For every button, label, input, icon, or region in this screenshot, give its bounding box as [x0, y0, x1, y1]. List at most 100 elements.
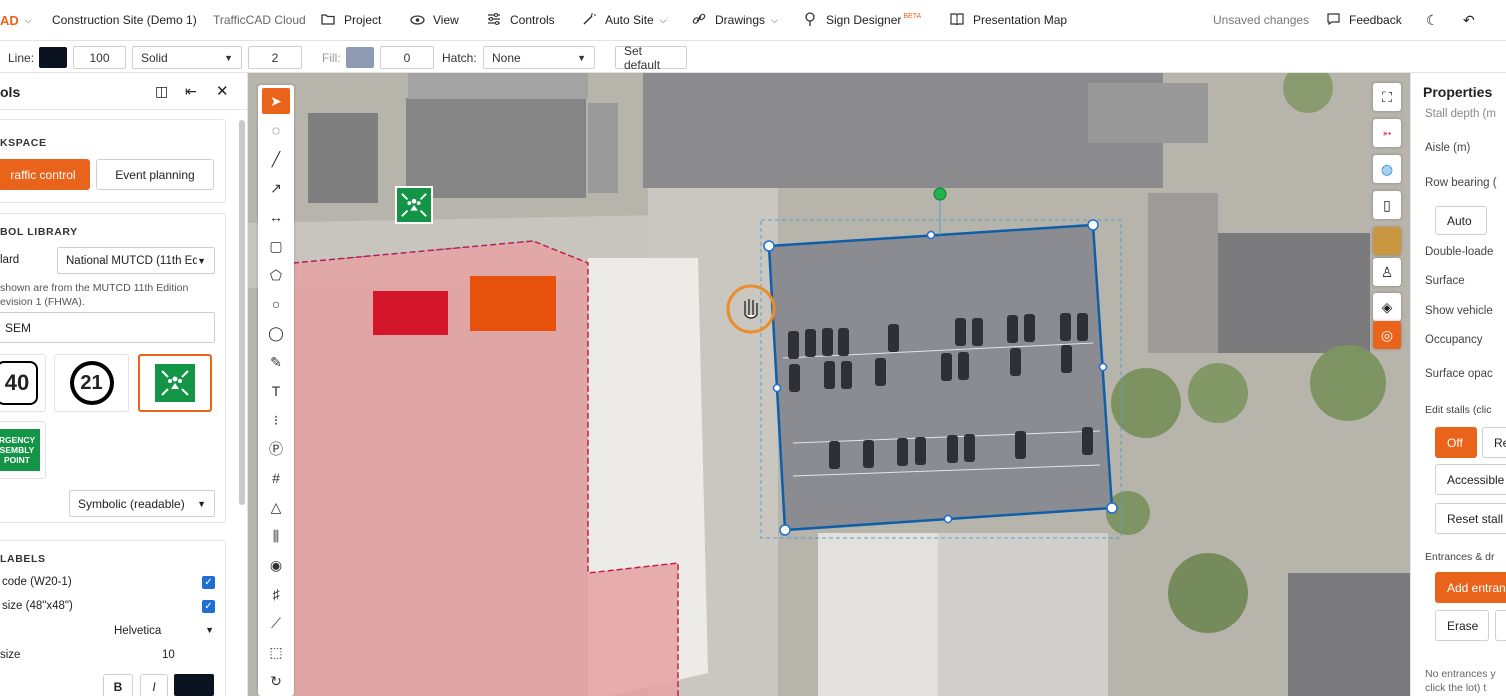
fill-color-swatch[interactable]: [346, 46, 374, 69]
symbol-tile-21[interactable]: 21: [54, 354, 129, 412]
line-color-swatch[interactable]: [39, 46, 67, 69]
menu-project[interactable]: Project: [320, 0, 381, 41]
dimension-tool-icon[interactable]: ↔: [262, 204, 290, 230]
chevron-down-icon: ⌵: [659, 14, 667, 25]
rotate-tool-icon[interactable]: ↻: [262, 668, 290, 694]
undo-button[interactable]: ↶: [1463, 0, 1475, 41]
area-select-tool-icon[interactable]: ⬚: [262, 639, 290, 665]
rectangle-tool-icon[interactable]: ▢: [262, 233, 290, 259]
feedback-button[interactable]: Feedback: [1325, 0, 1402, 41]
line-value2-input[interactable]: 2: [248, 46, 302, 69]
hatch-select[interactable]: None ▼: [483, 46, 595, 69]
reset-stalls-label: Reset stall: [1447, 511, 1504, 526]
street-view-icon[interactable]: ♙: [1373, 258, 1401, 286]
split-view-icon[interactable]: ◫: [155, 83, 168, 100]
grid-tool-icon[interactable]: #: [262, 465, 290, 491]
text-color-swatch[interactable]: [174, 674, 214, 696]
menu-sign-designer[interactable]: Sign Designer BETA: [802, 0, 921, 41]
satellite-layer-icon[interactable]: [1373, 227, 1401, 255]
road-tool-icon[interactable]: ⫼: [262, 523, 290, 549]
emergency-assembly-sign: RGENCY SEMBLY POINT: [0, 429, 40, 471]
label-size-checkbox[interactable]: ✓: [202, 600, 215, 613]
bold-button[interactable]: B: [103, 674, 133, 696]
occupancy-label: Occupancy: [1425, 334, 1483, 346]
edit-stalls-off-button[interactable]: Off: [1435, 427, 1477, 458]
secondary-entrance-button[interactable]: [1495, 610, 1506, 641]
italic-button[interactable]: I: [140, 674, 168, 696]
compass-icon[interactable]: ➳: [1373, 119, 1401, 147]
line-style-select[interactable]: Solid ▼: [132, 46, 242, 69]
map-canvas[interactable]: ⛶ ➳ ◍ ▯ ♙ ◈ ◎: [248, 73, 1410, 696]
auto-bearing-button[interactable]: Auto: [1435, 206, 1487, 235]
text-tool-icon[interactable]: T: [262, 378, 290, 404]
globe-icon[interactable]: ◍: [1373, 155, 1401, 183]
menu-view[interactable]: View: [409, 0, 459, 41]
measure-tool-icon[interactable]: ⟋: [262, 610, 290, 636]
italic-label: I: [152, 680, 156, 694]
menu-auto-site[interactable]: Auto Site ⌵: [581, 0, 667, 41]
standard-select[interactable]: National MUTCD (11th Edi ▼: [57, 247, 215, 274]
pencil-tool-icon[interactable]: ✎: [262, 349, 290, 375]
symbol-search-input[interactable]: SEM: [0, 312, 215, 343]
edit-stalls-remove-button[interactable]: Re: [1482, 427, 1506, 458]
location-icon[interactable]: ◎: [1373, 321, 1401, 349]
bracket-tool-icon[interactable]: ⁝: [262, 407, 290, 433]
path-tool-icon[interactable]: △: [262, 494, 290, 520]
render-mode-select[interactable]: Symbolic (readable) ▼: [69, 490, 215, 517]
fullscreen-icon[interactable]: ⛶: [1373, 83, 1401, 111]
route-shield-icon: 40: [0, 361, 38, 405]
font-size-value[interactable]: 10: [162, 649, 175, 661]
sign-icon: [802, 11, 818, 29]
symbol-tile-assembly-point[interactable]: [138, 354, 212, 412]
font-select[interactable]: Helvetica ▼: [114, 625, 214, 637]
fill-value-input[interactable]: 0: [380, 46, 434, 69]
label-code-checkbox[interactable]: ✓: [202, 576, 215, 589]
panel-title: ols: [0, 84, 21, 100]
no-entrances-note-line2: click the lot) t: [1425, 682, 1487, 694]
polygon-tool-icon[interactable]: ⬠: [262, 262, 290, 288]
save-status-text: Unsaved changes: [1213, 13, 1310, 27]
target-tool-icon[interactable]: ◉: [262, 552, 290, 578]
line-tool-icon[interactable]: ╱: [262, 146, 290, 172]
add-entrance-button[interactable]: Add entran: [1435, 572, 1506, 603]
accessible-button[interactable]: Accessible: [1435, 464, 1506, 495]
folder-icon: [320, 13, 336, 28]
set-default-button[interactable]: Set default: [615, 44, 687, 72]
route-marker-icon: 21: [69, 361, 114, 405]
select-tool-icon[interactable]: ➤: [262, 88, 290, 114]
ellipse-tool-icon[interactable]: ◯: [262, 320, 290, 346]
menu-drawings[interactable]: Drawings ⌵: [691, 0, 778, 41]
split-screen-icon[interactable]: ▯: [1373, 191, 1401, 219]
hatch-label-text: Hatch:: [442, 50, 477, 65]
erase-button[interactable]: Erase: [1435, 610, 1489, 641]
symbol-tile-emergency-assembly[interactable]: RGENCY SEMBLY POINT: [0, 421, 46, 479]
parking-tool-icon[interactable]: Ⓟ: [262, 436, 290, 462]
layers-icon[interactable]: ◈: [1373, 293, 1401, 321]
chevron-down-icon: ▼: [577, 52, 586, 63]
symbol-tile-40[interactable]: 40: [0, 354, 46, 412]
workspace-event-planning-button[interactable]: Event planning: [96, 159, 214, 190]
chevron-down-icon: ▼: [224, 52, 233, 63]
lasso-tool-icon[interactable]: ◌: [262, 117, 290, 143]
top-bar: AD ⌵ Construction Site (Demo 1) TrafficC…: [0, 0, 1506, 41]
circle-tool-icon[interactable]: ○: [262, 291, 290, 317]
line-width-input[interactable]: 100: [73, 46, 126, 69]
theme-toggle[interactable]: ☾: [1426, 0, 1439, 41]
erase-label: Erase: [1447, 618, 1479, 633]
project-name[interactable]: Construction Site (Demo 1): [52, 0, 197, 41]
menu-controls[interactable]: Controls: [486, 0, 555, 41]
workspace-traffic-control-button[interactable]: raffic control: [0, 159, 90, 190]
fill-color: [346, 47, 374, 68]
tools-panel-scrollbar[interactable]: [239, 120, 245, 505]
line-label: Line:: [8, 46, 34, 69]
reset-stalls-button[interactable]: Reset stall: [1435, 503, 1506, 534]
aisle-label: Aisle (m): [1425, 142, 1471, 154]
menu-presentation-map[interactable]: Presentation Map: [949, 0, 1067, 41]
symbol-40-text: 40: [4, 370, 30, 395]
curve-tool-icon[interactable]: ↗: [262, 175, 290, 201]
close-icon[interactable]: ✕: [216, 82, 229, 100]
app-logo[interactable]: AD ⌵: [0, 0, 32, 41]
crossing-tool-icon[interactable]: ♯: [262, 581, 290, 607]
collapse-panel-icon[interactable]: ⇤: [185, 83, 197, 100]
map-assembly-point-sign[interactable]: [395, 186, 433, 224]
